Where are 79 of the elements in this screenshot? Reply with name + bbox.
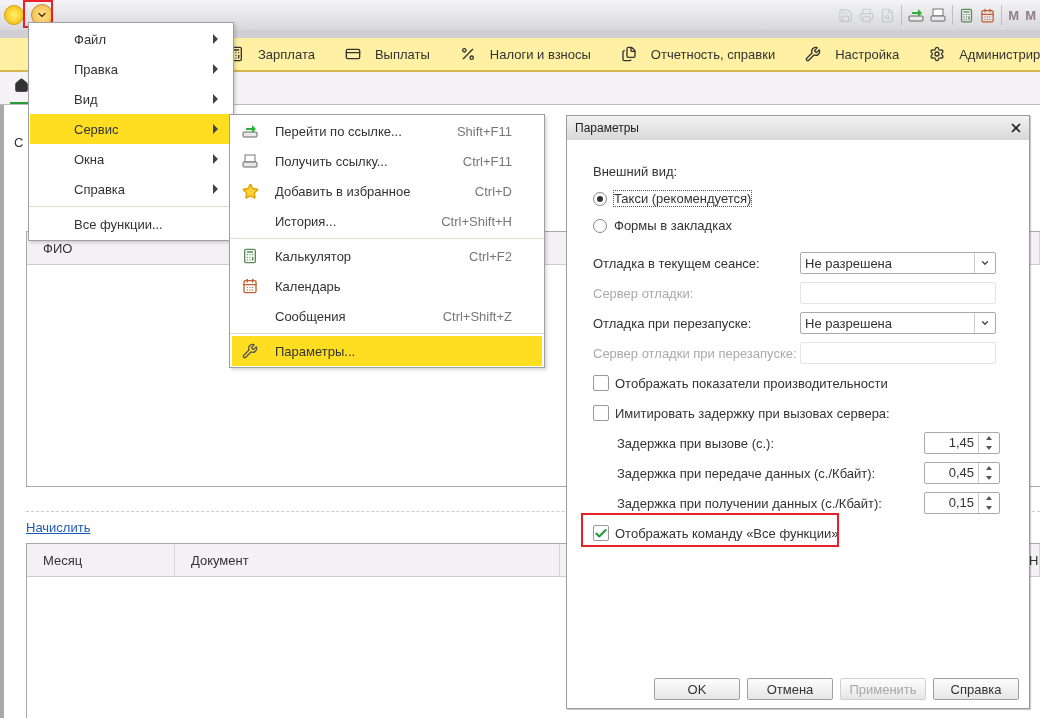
spin-down-icon[interactable] bbox=[986, 506, 992, 510]
menu-item[interactable]: Правка bbox=[30, 54, 232, 84]
submenu-arrow-icon bbox=[213, 34, 218, 44]
dialog-button[interactable]: Справка bbox=[933, 678, 1019, 700]
checkbox[interactable] bbox=[593, 405, 609, 421]
section-label[interactable]: Администрир bbox=[959, 46, 1040, 62]
percent-icon bbox=[459, 46, 476, 62]
link-arrow-icon[interactable] bbox=[242, 123, 258, 139]
section-label[interactable]: Отчетность, справки bbox=[650, 46, 776, 62]
field-label: Задержка при передаче данных (с./Кбайт): bbox=[617, 465, 877, 481]
number-field[interactable]: 1,45 bbox=[924, 432, 1000, 454]
checkbox-label: Отображать показатели производительности bbox=[615, 375, 889, 391]
accrue-link[interactable]: Начислить bbox=[26, 520, 91, 535]
field-label: Сервер отладки: bbox=[593, 285, 695, 301]
form-label: С bbox=[14, 135, 24, 151]
dropdown-field[interactable]: Не разрешена bbox=[800, 252, 996, 274]
spin-down-icon[interactable] bbox=[986, 446, 992, 450]
spin-up-icon[interactable] bbox=[986, 466, 992, 470]
app-logo bbox=[4, 5, 24, 25]
menu-item[interactable]: Сервис bbox=[30, 114, 232, 144]
column-header: Документ bbox=[175, 544, 560, 576]
spin-up-icon[interactable] bbox=[986, 496, 992, 500]
menu-item[interactable]: Окна bbox=[30, 144, 232, 174]
menu-item[interactable]: Справка bbox=[30, 174, 232, 204]
star-icon bbox=[242, 182, 259, 200]
submenu-arrow-icon bbox=[213, 94, 218, 104]
section-label[interactable]: Выплаты bbox=[374, 46, 430, 62]
section-label[interactable]: Налоги и взносы bbox=[489, 46, 591, 62]
checkbox[interactable] bbox=[593, 375, 609, 391]
group-label: Внешний вид: bbox=[593, 163, 678, 179]
dialog-title: Параметры bbox=[575, 121, 640, 135]
card-icon bbox=[344, 46, 361, 62]
menu-item[interactable]: Добавить в избранное Ctrl+D bbox=[232, 176, 542, 206]
submenu-arrow-icon bbox=[213, 184, 218, 194]
menu-item[interactable]: Файл bbox=[30, 24, 232, 54]
section-label[interactable]: Зарплата bbox=[258, 46, 315, 62]
submenu-arrow-icon bbox=[213, 154, 218, 164]
close-icon bbox=[1009, 121, 1023, 135]
field-label: Отладка при перезапуске: bbox=[593, 315, 753, 331]
checkbox-label: Имитировать задержку при вызовах сервера: bbox=[615, 405, 891, 421]
wrench-icon bbox=[805, 46, 822, 62]
field-label: Задержка при вызове (с.): bbox=[617, 435, 776, 451]
menu-item[interactable]: Календарь bbox=[232, 271, 542, 301]
wrench-icon bbox=[242, 343, 258, 359]
menu-item[interactable]: Сообщения Ctrl+Shift+Z bbox=[232, 301, 542, 331]
documents-icon bbox=[620, 46, 637, 62]
calculator-icon bbox=[242, 248, 258, 264]
field-label: Задержка при получении данных (с./Кбайт): bbox=[617, 495, 883, 511]
column-header: Месяц bbox=[27, 544, 175, 576]
close-button[interactable] bbox=[1009, 121, 1023, 135]
dialog-button[interactable]: Отмена bbox=[747, 678, 833, 700]
number-field[interactable]: 0,15 bbox=[924, 492, 1000, 514]
menu-item[interactable]: Параметры... bbox=[232, 336, 542, 366]
calendar-icon bbox=[242, 278, 258, 294]
dropdown-caret-icon bbox=[980, 318, 990, 328]
radio-label: Такси (рекомендуется) bbox=[614, 191, 752, 206]
spin-down-icon[interactable] bbox=[986, 476, 992, 480]
section-label[interactable]: Настройка bbox=[835, 46, 900, 62]
field-label: Сервер отладки при перезапуске: bbox=[593, 345, 798, 361]
link-arrow-icon[interactable] bbox=[908, 7, 925, 23]
dropdown-caret-icon bbox=[980, 258, 990, 268]
checkbox-label: Отображать команду «Все функции» bbox=[615, 525, 840, 541]
radio-button[interactable] bbox=[593, 218, 607, 233]
calculator-icon[interactable] bbox=[959, 7, 975, 23]
number-field[interactable]: 0,45 bbox=[924, 462, 1000, 484]
gear-icon bbox=[929, 46, 946, 62]
home-icon bbox=[14, 78, 29, 93]
menu-item[interactable]: Перейти по ссылке... Shift+F11 bbox=[232, 116, 542, 146]
spin-up-icon[interactable] bbox=[986, 436, 992, 440]
dialog-button[interactable]: OK bbox=[654, 678, 740, 700]
menu-item[interactable]: Вид bbox=[30, 84, 232, 114]
dropdown-field[interactable]: Не разрешена bbox=[800, 312, 996, 334]
calendar-icon[interactable] bbox=[980, 7, 996, 23]
submenu-arrow-icon bbox=[213, 64, 218, 74]
menu-item[interactable]: Получить ссылку... Ctrl+F11 bbox=[232, 146, 542, 176]
checkbox[interactable] bbox=[593, 525, 609, 541]
radio-label: Формы в закладках bbox=[614, 218, 732, 233]
radio-button[interactable] bbox=[593, 191, 607, 206]
submenu-arrow-icon bbox=[213, 124, 218, 134]
